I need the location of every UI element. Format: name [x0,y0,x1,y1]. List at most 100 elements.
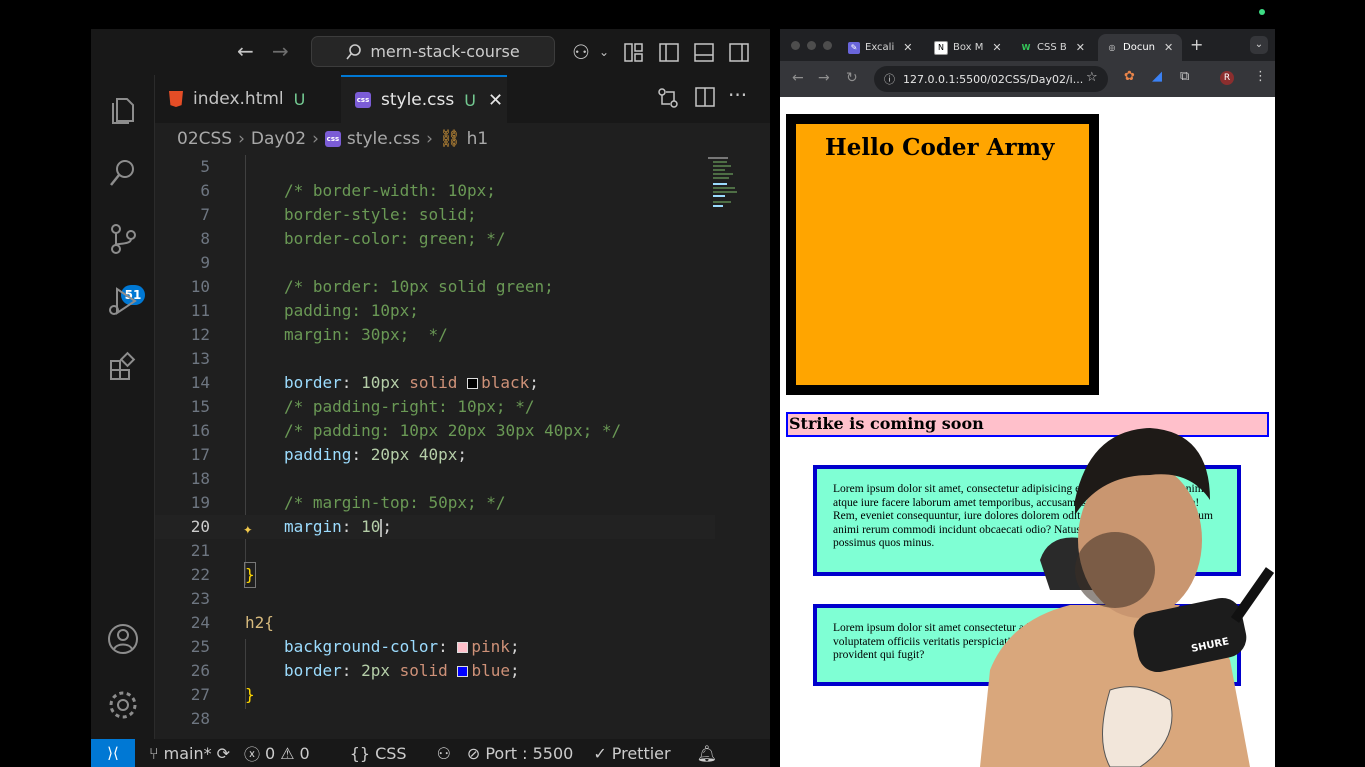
h1-box: Hello Coder Army [786,114,1099,395]
code-line: 8 border-color: green; */ [200,229,506,248]
forward-arrow-icon[interactable]: → [818,70,830,86]
prettier-status[interactable]: ✓ Prettier [593,744,670,763]
excalidraw-favicon: ✎ [848,41,860,54]
tab-style-css[interactable]: css style.css U ✕ [341,75,507,123]
copilot-sparkle-icon[interactable]: ✦ [243,517,253,541]
close-tab-icon[interactable]: ✕ [992,41,1001,54]
port-label: Port : 5500 [485,743,574,763]
branch-name: main* [163,743,212,763]
prohibited-icon: ⊘ [466,743,481,763]
browser-tab[interactable]: W CSS B ✕ [1012,34,1096,61]
profile-avatar[interactable]: R [1220,71,1234,85]
split-editor-icon[interactable] [695,87,715,107]
extensions-icon[interactable] [105,349,141,385]
url-text: 127.0.0.1:5500/02CSS/Day02/i... [903,72,1084,86]
source-control-icon[interactable] [105,221,141,257]
browser-tab-active[interactable]: ◎ Docun ✕ [1098,34,1182,61]
code-editor[interactable]: 5 6/* border-width: 10px; 7 border-style:… [155,155,770,739]
toggle-panel-icon[interactable] [694,43,714,62]
css-file-icon: css [324,131,341,147]
chevron-down-icon[interactable]: ⌄ [599,42,609,62]
minimap[interactable] [705,155,763,739]
run-debug-icon[interactable] [105,283,141,319]
window-minimize-dot[interactable] [807,41,816,50]
customize-layout-icon[interactable] [624,43,643,62]
close-tab-icon[interactable]: ✕ [1076,41,1085,54]
extensions-puzzle-icon[interactable]: ⧉ [1180,69,1189,84]
code-line: 6/* border-width: 10px; [200,181,496,200]
branch-indicator[interactable]: ⑂ main* ⟳ [149,744,230,763]
code-line: 19/* margin-top: 50px; */ [190,493,506,512]
copilot-icon[interactable]: ⚇ [572,42,590,62]
tab-search-chevron-icon[interactable]: ⌄ [1250,36,1268,54]
breadcrumb-symbol[interactable]: h1 [467,129,489,149]
vscode-window: ← → mern-stack-course ⚇ ⌄ 51 index.html … [91,29,770,767]
tab-label: index.html [193,89,284,109]
breadcrumb-folder[interactable]: 02CSS [177,129,232,149]
breadcrumb: 02CSS › Day02 › css style.css › ⛓ h1 [155,123,770,155]
back-arrow-icon[interactable]: ← [792,70,804,86]
html5-file-icon [169,91,183,107]
close-tab-icon[interactable]: ✕ [488,90,503,111]
code-line: 7 border-style: solid; [200,205,477,224]
bookmark-star-icon[interactable]: ☆ [1086,70,1098,85]
extension-icon[interactable]: ◢ [1152,69,1162,84]
forward-arrow-icon[interactable]: → [272,41,289,61]
browser-tab-label: CSS B [1037,42,1067,53]
extension-icon[interactable]: ✿ [1124,69,1135,84]
breadcrumb-folder[interactable]: Day02 [251,129,306,149]
git-branch-icon: ⑂ [149,743,159,763]
browser-tab-label: Docun [1123,42,1155,53]
command-center-search[interactable]: mern-stack-course [311,36,555,67]
accounts-icon[interactable] [105,621,141,657]
code-line: 24 h2{ [190,613,274,632]
code-line: 12 margin: 30px; */ [190,325,448,344]
remote-indicator-icon[interactable]: ⟩⟨ [91,739,135,767]
error-icon: ⓧ [244,745,261,764]
window-close-dot[interactable] [791,41,800,50]
page-heading-h1: Hello Coder Army [825,134,1055,161]
browser-menu-icon[interactable]: ⋮ [1254,69,1267,84]
code-line: 11 padding: 10px; [190,301,419,320]
browser-toolbar: ← → ↻ ⓘ 127.0.0.1:5500/02CSS/Day02/i... … [780,61,1275,97]
error-count: 0 [265,743,276,763]
copilot-status-icon[interactable]: ⚇ [437,744,451,763]
open-changes-icon[interactable] [657,87,679,109]
globe-favicon: ◎ [1108,42,1116,52]
sync-icon[interactable]: ⟳ [217,744,230,763]
toggle-secondary-sidebar-icon[interactable] [729,43,749,62]
code-line: 17 padding: 20px 40px; [190,445,468,464]
live-server-port[interactable]: ⊘ Port : 5500 [467,744,573,763]
toggle-primary-sidebar-icon[interactable] [659,43,679,62]
settings-gear-icon[interactable] [105,687,141,723]
search-sidebar-icon[interactable] [105,155,141,191]
title-bar: ← → mern-stack-course ⚇ ⌄ [91,29,770,75]
color-swatch-black[interactable] [467,378,479,389]
tab-index-html[interactable]: index.html U [155,75,341,123]
back-arrow-icon[interactable]: ← [237,41,254,61]
code-line: 22} [155,562,715,588]
problems-indicator[interactable]: ⓧ 0 ⚠ 0 [244,741,310,765]
close-tab-icon[interactable]: ✕ [1164,41,1173,54]
site-info-icon[interactable]: ⓘ [884,71,895,87]
language-mode[interactable]: {} CSS [350,744,407,763]
language-label: CSS [375,743,407,763]
new-tab-plus-icon[interactable]: + [1190,35,1203,54]
notifications-bell-icon[interactable]: 🔔︎ [697,744,717,763]
more-actions-icon[interactable]: ··· [728,83,747,107]
code-line: 15/* padding-right: 10px; */ [190,397,535,416]
reload-icon[interactable]: ↻ [846,70,858,86]
close-tab-icon[interactable]: ✕ [903,41,912,54]
browser-tab-label: Box M [953,42,984,53]
color-swatch-pink[interactable] [457,642,469,653]
breadcrumb-file[interactable]: style.css [347,129,420,149]
code-line: 9 [200,253,210,272]
code-line: 18 [190,469,210,488]
color-swatch-blue[interactable] [457,666,469,677]
browser-tab[interactable]: ✎ Excali ✕ [840,34,924,61]
address-bar[interactable]: ⓘ 127.0.0.1:5500/02CSS/Day02/i... [874,66,1108,92]
untracked-marker: U [293,89,306,109]
explorer-icon[interactable] [105,91,141,127]
window-zoom-dot[interactable] [823,41,832,50]
browser-tab[interactable]: N Box M ✕ [926,34,1010,61]
